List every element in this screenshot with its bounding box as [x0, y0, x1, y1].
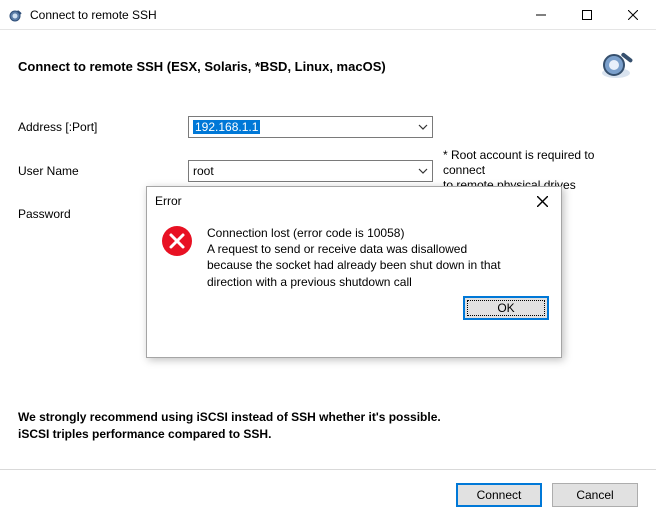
chevron-down-icon[interactable]: [417, 121, 429, 133]
username-label: User Name: [18, 164, 188, 178]
address-label: Address [:Port]: [18, 120, 188, 134]
page-heading: Connect to remote SSH (ESX, Solaris, *BS…: [18, 59, 598, 74]
error-line: Connection lost (error code is 10058): [207, 225, 501, 241]
dialog-title: Error: [155, 194, 529, 208]
dialog-close-button[interactable]: [529, 191, 555, 211]
error-message: Connection lost (error code is 10058) A …: [207, 225, 501, 290]
error-line: A request to send or receive data was di…: [207, 241, 501, 257]
maximize-button[interactable]: [564, 0, 610, 30]
recommendation-text: We strongly recommend using iSCSI instea…: [18, 409, 441, 443]
minimize-button[interactable]: [518, 0, 564, 30]
app-icon: [8, 7, 24, 23]
titlebar: Connect to remote SSH: [0, 0, 656, 30]
connect-button[interactable]: Connect: [456, 483, 542, 507]
address-value: 192.168.1.1: [193, 120, 260, 134]
address-input[interactable]: 192.168.1.1: [188, 116, 433, 138]
username-input[interactable]: root: [188, 160, 433, 182]
dialog-titlebar: Error: [147, 187, 561, 215]
error-line: because the socket had already been shut…: [207, 257, 501, 273]
cancel-button[interactable]: Cancel: [552, 483, 638, 507]
window-title: Connect to remote SSH: [30, 8, 518, 22]
close-button[interactable]: [610, 0, 656, 30]
error-line: direction with a previous shutdown call: [207, 274, 501, 290]
hint-line: * Root account is required to connect: [443, 148, 633, 178]
ok-button[interactable]: OK: [463, 296, 549, 320]
reco-line: iSCSI triples performance compared to SS…: [18, 426, 441, 443]
header: Connect to remote SSH (ESX, Solaris, *BS…: [0, 30, 656, 92]
reco-line: We strongly recommend using iSCSI instea…: [18, 409, 441, 426]
footer: Connect Cancel: [0, 469, 656, 519]
username-value: root: [193, 164, 214, 178]
error-dialog: Error Connection lost (error code is 100…: [146, 186, 562, 358]
magnifier-icon: [598, 48, 638, 84]
chevron-down-icon[interactable]: [417, 165, 429, 177]
error-icon: [161, 225, 193, 257]
